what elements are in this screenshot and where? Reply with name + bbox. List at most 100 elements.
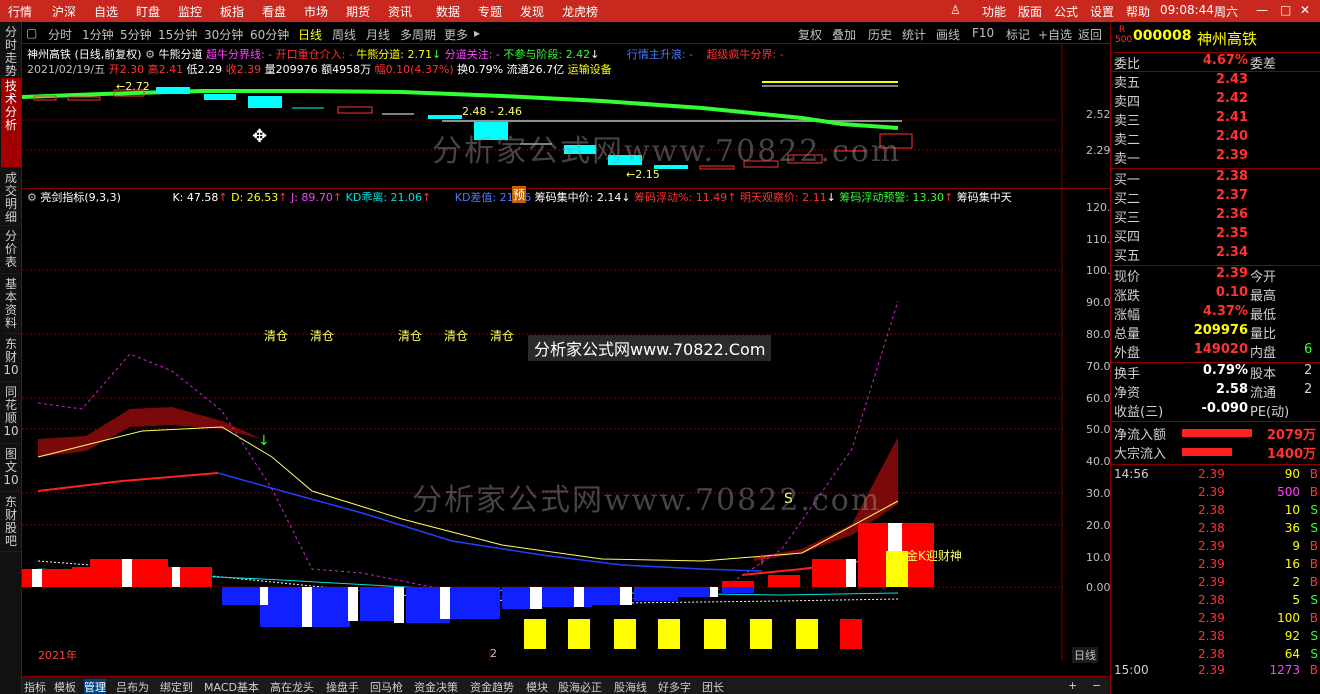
tick-side: S — [1310, 503, 1318, 517]
menu-help[interactable]: 帮助 — [1126, 3, 1150, 20]
bottom-tab-9[interactable]: 资金决策 — [414, 679, 458, 694]
zoom-in-icon[interactable]: + — [1068, 679, 1077, 692]
buy-1[interactable]: 买一 2.38 — [1114, 169, 1320, 188]
side-tab-trade-detail[interactable]: 成交明细 — [1, 170, 21, 226]
mark-button[interactable]: 标记 — [1006, 26, 1030, 43]
side-tab-eastmoney10[interactable]: 东财10 — [1, 336, 21, 382]
stats-button[interactable]: 统计 — [902, 26, 926, 43]
sell-4[interactable]: 卖四 2.42 — [1114, 91, 1320, 110]
tick-volume: 64 — [1284, 647, 1300, 661]
stock-code: 000008 — [1133, 28, 1192, 44]
add-watchlist-button[interactable]: +自选 — [1038, 26, 1072, 43]
menu-item-alert[interactable]: 监控 — [178, 3, 202, 20]
bottom-tab-1[interactable]: 模板 — [54, 679, 76, 694]
menu-item-market[interactable]: 行情 — [8, 3, 32, 20]
menu-function[interactable]: 功能 — [982, 3, 1006, 20]
period-weekly[interactable]: 周线 — [332, 26, 356, 43]
menu-item-discover[interactable]: 发现 — [520, 3, 544, 20]
minimize-button[interactable]: — — [1256, 3, 1268, 17]
flow-block: 大宗流入 1400万 — [1114, 447, 1316, 462]
bottom-tab-6[interactable]: 高在龙头 — [270, 679, 314, 694]
clear-label-5: 清仓 — [490, 329, 515, 343]
price-chart[interactable]: 神州高铁 (日线,前复权) ⚙ 牛熊分道 超牛分界线: - 开口重仓介入: - … — [22, 44, 1111, 188]
buy-5[interactable]: 买五 2.34 — [1114, 245, 1320, 264]
side-tab-ths10[interactable]: 同花顺10 — [1, 384, 21, 444]
menu-item-news[interactable]: 资讯 — [388, 3, 412, 20]
tick-side: S — [1310, 629, 1318, 643]
bottom-tab-2[interactable]: 管理 — [84, 679, 106, 694]
f10-button[interactable]: F10 — [972, 26, 994, 40]
buy-3[interactable]: 买三 2.36 — [1114, 207, 1320, 226]
side-tab-intraday[interactable]: 分时走势 — [1, 24, 21, 78]
bottom-tab-3[interactable]: 吕布为 — [116, 679, 149, 694]
menu-item-monitor[interactable]: 盯盘 — [136, 3, 160, 20]
menu-layout[interactable]: 版面 — [1018, 3, 1042, 20]
bottom-tab-0[interactable]: 指标 — [24, 679, 46, 694]
menu-item-futures[interactable]: 期货 — [346, 3, 370, 20]
sell-1[interactable]: 卖一 2.39 — [1114, 148, 1320, 167]
bottom-tab-8[interactable]: 回马枪 — [370, 679, 403, 694]
tick-price: 2.39 — [1198, 539, 1225, 553]
buy-4[interactable]: 买四 2.35 — [1114, 226, 1320, 245]
menu-item-data[interactable]: 数据 — [436, 3, 460, 20]
menu-item-sector-index[interactable]: 板指 — [220, 3, 244, 20]
adjust-button[interactable]: 复权 — [798, 26, 822, 43]
sell-5[interactable]: 卖五 2.43 — [1114, 72, 1320, 91]
tick-volume: 100 — [1277, 611, 1300, 625]
period-indicator[interactable]: 日线 — [1072, 647, 1098, 663]
period-15min[interactable]: 15分钟 — [158, 26, 197, 43]
close-button[interactable]: ✕ — [1300, 3, 1310, 17]
ind-axis-0: 0.00 — [1086, 581, 1111, 594]
bottom-tab-7[interactable]: 操盘手 — [326, 679, 359, 694]
watermark-top: 分析家公式网www.70822.com — [432, 134, 902, 169]
user-icon[interactable]: ♙ — [950, 3, 961, 17]
bottom-tab-11[interactable]: 模块 — [526, 679, 548, 694]
menu-formula[interactable]: 公式 — [1054, 3, 1078, 20]
draw-line-button[interactable]: 画线 — [936, 26, 960, 43]
period-1min[interactable]: 1分钟 — [82, 26, 114, 43]
history-button[interactable]: 历史 — [868, 26, 892, 43]
side-tab-technical[interactable]: 技术分析 — [1, 78, 21, 168]
menu-item-watchlist[interactable]: 自选 — [94, 3, 118, 20]
toggle-icon[interactable]: ▢ — [26, 26, 37, 40]
bottom-tab-15[interactable]: 团长 — [702, 679, 724, 694]
menu-settings[interactable]: 设置 — [1090, 3, 1114, 20]
period-daily[interactable]: 日线 — [298, 26, 322, 43]
side-tab-graphic10[interactable]: 图文10 — [1, 446, 21, 492]
period-multi[interactable]: 多周期 — [400, 26, 436, 43]
menu-item-dragon-tiger[interactable]: 龙虎榜 — [562, 3, 598, 20]
bottom-tab-14[interactable]: 好多字 — [658, 679, 691, 694]
side-tab-guba[interactable]: 东财股吧 — [1, 494, 21, 552]
period-monthly[interactable]: 月线 — [366, 26, 390, 43]
sell-3[interactable]: 卖三 2.41 — [1114, 110, 1320, 129]
tick-row: 2.39 100 B — [1114, 611, 1320, 629]
period-30min[interactable]: 30分钟 — [204, 26, 243, 43]
period-intraday[interactable]: 分时 — [48, 26, 72, 43]
period-60min[interactable]: 60分钟 — [250, 26, 289, 43]
bottom-tab-12[interactable]: 股海必正 — [558, 679, 602, 694]
menu-item-shsz[interactable]: 沪深 — [52, 3, 76, 20]
menu-item-topics[interactable]: 专题 — [478, 3, 502, 20]
stock-header: R 500 000008 神州高铁 — [1113, 25, 1319, 48]
period-5min[interactable]: 5分钟 — [120, 26, 152, 43]
tick-volume: 36 — [1284, 521, 1300, 535]
menu-item-view[interactable]: 看盘 — [262, 3, 286, 20]
side-tab-price-table[interactable]: 分价表 — [1, 228, 21, 274]
indicator-chart[interactable]: ⚙ 亮剑指标(9,3,3) K: 47.58↑ D: 26.53↑ J: 89.… — [22, 186, 1118, 663]
tick-time: 14:56 — [1114, 467, 1149, 481]
tick-volume: 92 — [1284, 629, 1300, 643]
restore-button[interactable]: □ — [1280, 3, 1291, 17]
zoom-out-icon[interactable]: − — [1092, 679, 1101, 692]
menu-item-markets[interactable]: 市场 — [304, 3, 328, 20]
buy-2[interactable]: 买二 2.37 — [1114, 188, 1320, 207]
overlay-button[interactable]: 叠加 — [832, 26, 856, 43]
sell-2[interactable]: 卖二 2.40 — [1114, 129, 1320, 148]
period-more[interactable]: 更多 — [444, 26, 468, 43]
bottom-tab-5[interactable]: MACD基本 — [204, 679, 259, 694]
bottom-tab-13[interactable]: 股海线 — [614, 679, 647, 694]
back-button[interactable]: 返回 — [1078, 26, 1102, 43]
bottom-tab-10[interactable]: 资金趋势 — [470, 679, 514, 694]
side-tab-profile[interactable]: 基本资料 — [1, 276, 21, 334]
more-arrow-icon[interactable]: ▸ — [474, 26, 480, 40]
bottom-tab-4[interactable]: 绑定到 — [160, 679, 193, 694]
